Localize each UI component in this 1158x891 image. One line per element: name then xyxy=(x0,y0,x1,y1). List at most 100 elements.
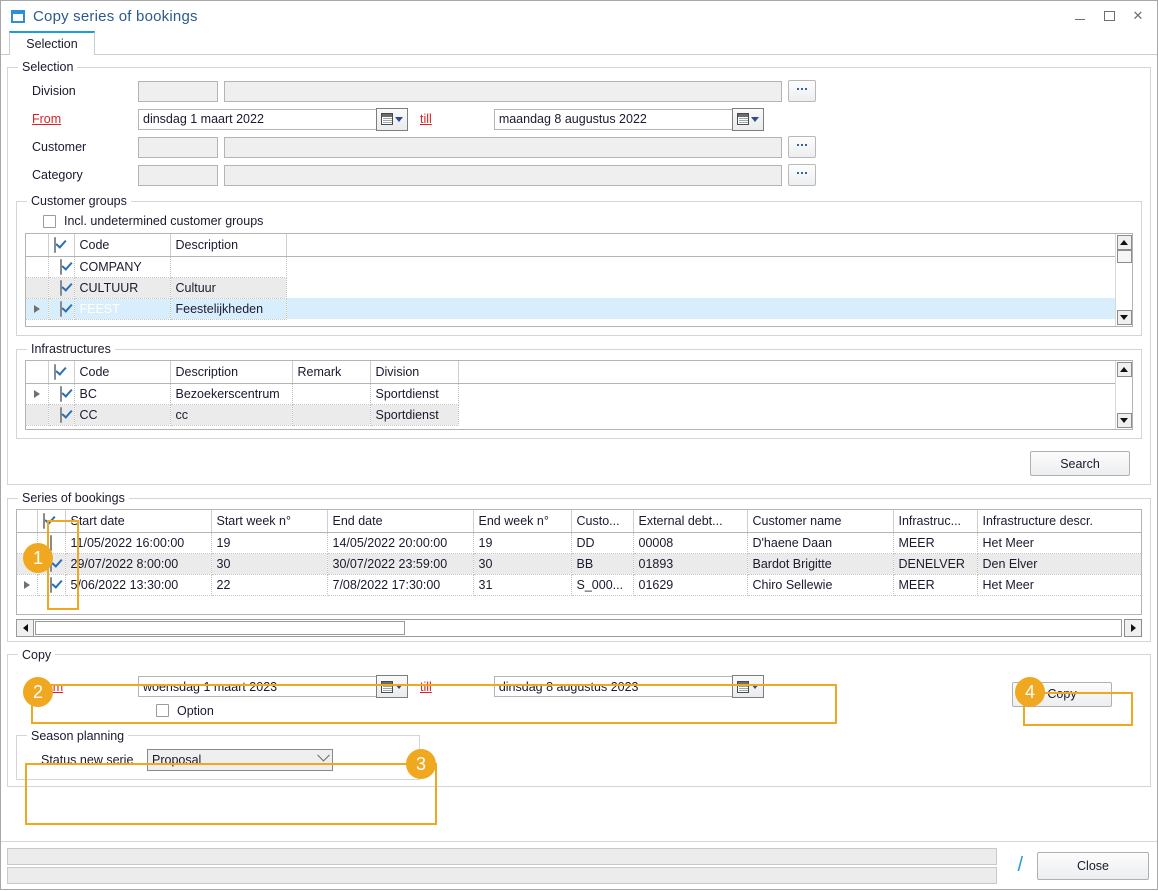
copy-from-calendar-icon[interactable] xyxy=(376,675,408,698)
customer-code-input[interactable] xyxy=(138,137,218,158)
col-customer-code[interactable]: Custo... xyxy=(571,510,633,532)
category-name-input[interactable] xyxy=(224,165,782,186)
customer-groups-grid: Code Description COMPANY xyxy=(25,233,1133,327)
window-icon xyxy=(11,10,25,23)
division-label: Division xyxy=(16,84,138,98)
col-infrastructure[interactable]: Infrastruc... xyxy=(893,510,977,532)
select-all-checkbox-header[interactable] xyxy=(48,361,74,383)
customer-row: Customer xyxy=(16,134,1142,160)
col-code[interactable]: Code xyxy=(74,234,170,256)
copy-till-calendar-icon[interactable] xyxy=(732,675,764,698)
row-checkbox[interactable] xyxy=(48,383,74,404)
table-row[interactable]: 29/07/2022 8:00:00 30 30/07/2022 23:59:0… xyxy=(17,553,1141,574)
cell-end-date: 14/05/2022 20:00:00 xyxy=(327,532,473,553)
copy-from-input[interactable]: woensdag 1 maart 2023 xyxy=(138,676,376,697)
row-checkbox[interactable] xyxy=(48,404,74,425)
selection-from-input[interactable]: dinsdag 1 maart 2022 xyxy=(138,109,376,130)
dialog-body: Selection Division From dinsdag 1 maart … xyxy=(1,55,1157,891)
copy-till-input[interactable]: dinsdag 8 augustus 2023 xyxy=(494,676,732,697)
table-row[interactable]: 11/05/2022 16:00:00 19 14/05/2022 20:00:… xyxy=(17,532,1141,553)
col-description[interactable]: Description xyxy=(170,361,292,383)
col-code[interactable]: Code xyxy=(74,361,170,383)
dialog-window: Copy series of bookings ✕ Selection Sele… xyxy=(0,0,1158,890)
table-row[interactable]: FEEST Feestelijkheden xyxy=(26,298,1115,319)
cell-infrastructure-descr: Den Elver xyxy=(977,553,1141,574)
col-infrastructure-descr[interactable]: Infrastructure descr. xyxy=(977,510,1141,532)
selection-group-legend: Selection xyxy=(18,60,77,74)
scroll-down-button[interactable] xyxy=(1117,310,1132,325)
status-field-primary xyxy=(7,848,997,865)
option-checkbox[interactable] xyxy=(156,704,169,717)
scroll-right-button[interactable] xyxy=(1124,619,1142,637)
row-indicator-header xyxy=(17,510,37,532)
selection-till-input[interactable]: maandag 8 augustus 2022 xyxy=(494,109,732,130)
copy-option-row[interactable]: Option xyxy=(16,702,982,723)
copy-till-label: till xyxy=(408,680,444,694)
col-end-date[interactable]: End date xyxy=(327,510,473,532)
col-customer-name[interactable]: Customer name xyxy=(747,510,893,532)
col-external-debtor[interactable]: External debt... xyxy=(633,510,747,532)
maximize-icon[interactable] xyxy=(1096,5,1122,27)
scroll-left-button[interactable] xyxy=(17,620,34,636)
cell-customer-code: BB xyxy=(571,553,633,574)
category-browse-button[interactable] xyxy=(788,164,816,186)
division-name-input[interactable] xyxy=(224,81,782,102)
table-row[interactable]: CULTUUR Cultuur xyxy=(26,277,1115,298)
col-remark[interactable]: Remark xyxy=(292,361,370,383)
selection-from-calendar-icon[interactable] xyxy=(376,108,408,131)
copy-from-datefield[interactable]: woensdag 1 maart 2023 xyxy=(138,675,408,698)
customer-groups-scrollbar[interactable] xyxy=(1115,234,1132,326)
col-division[interactable]: Division xyxy=(370,361,458,383)
status-bar: / Close xyxy=(1,841,1157,889)
close-icon[interactable]: ✕ xyxy=(1125,5,1151,27)
series-legend: Series of bookings xyxy=(18,491,129,505)
cell-start-week: 19 xyxy=(211,532,327,553)
selection-till-calendar-icon[interactable] xyxy=(732,108,764,131)
status-new-serie-select[interactable]: Proposal xyxy=(147,749,333,771)
category-code-input[interactable] xyxy=(138,165,218,186)
table-row[interactable]: 5/06/2022 13:30:00 22 7/08/2022 17:30:00… xyxy=(17,574,1141,595)
selection-from-datefield[interactable]: dinsdag 1 maart 2022 xyxy=(138,108,408,131)
col-description[interactable]: Description xyxy=(170,234,286,256)
select-all-checkbox-header[interactable] xyxy=(48,234,74,256)
division-code-input[interactable] xyxy=(138,81,218,102)
scroll-down-button[interactable] xyxy=(1117,413,1132,428)
customer-name-input[interactable] xyxy=(224,137,782,158)
tab-selection[interactable]: Selection xyxy=(9,31,95,55)
minimize-icon[interactable] xyxy=(1067,5,1093,27)
search-button[interactable]: Search xyxy=(1030,451,1130,476)
row-indicator xyxy=(26,277,48,298)
scroll-up-button[interactable] xyxy=(1117,362,1132,377)
table-header-row: Code Description xyxy=(26,234,1115,256)
infrastructures-scrollbar[interactable] xyxy=(1115,361,1132,429)
row-checkbox[interactable] xyxy=(48,298,74,319)
infrastructures-grid: Code Description Remark Division xyxy=(25,360,1133,430)
row-checkbox[interactable] xyxy=(48,256,74,277)
col-start-date[interactable]: Start date xyxy=(65,510,211,532)
copy-till-datefield[interactable]: dinsdag 8 augustus 2023 xyxy=(494,675,764,698)
status-new-serie-value: Proposal xyxy=(152,753,201,767)
incl-undetermined-checkbox[interactable] xyxy=(43,215,56,228)
row-checkbox[interactable] xyxy=(48,277,74,298)
series-horizontal-scrollbar[interactable] xyxy=(16,619,1122,637)
division-browse-button[interactable] xyxy=(788,80,816,102)
row-checkbox[interactable] xyxy=(37,574,65,595)
status-new-serie-row: Status new serie Proposal xyxy=(25,747,411,773)
selection-till-datefield[interactable]: maandag 8 augustus 2022 xyxy=(494,108,764,131)
customer-browse-button[interactable] xyxy=(788,136,816,158)
close-button[interactable]: Close xyxy=(1037,852,1149,880)
infrastructures-legend: Infrastructures xyxy=(27,342,115,356)
selection-group: Selection Division From dinsdag 1 maart … xyxy=(7,60,1151,485)
col-end-week[interactable]: End week n° xyxy=(473,510,571,532)
hscroll-thumb[interactable] xyxy=(35,621,405,635)
scroll-thumb[interactable] xyxy=(1117,250,1132,263)
col-start-week[interactable]: Start week n° xyxy=(211,510,327,532)
cell-end-week: 31 xyxy=(473,574,571,595)
select-all-checkbox-header[interactable] xyxy=(37,510,65,532)
table-row[interactable]: CC cc Sportdienst xyxy=(26,404,1115,425)
table-row[interactable]: BC Bezoekerscentrum Sportdienst xyxy=(26,383,1115,404)
cell-external-debtor: 01629 xyxy=(633,574,747,595)
table-row[interactable]: COMPANY xyxy=(26,256,1115,277)
scroll-up-button[interactable] xyxy=(1117,235,1132,250)
incl-undetermined-row[interactable]: Incl. undetermined customer groups xyxy=(25,212,1133,233)
